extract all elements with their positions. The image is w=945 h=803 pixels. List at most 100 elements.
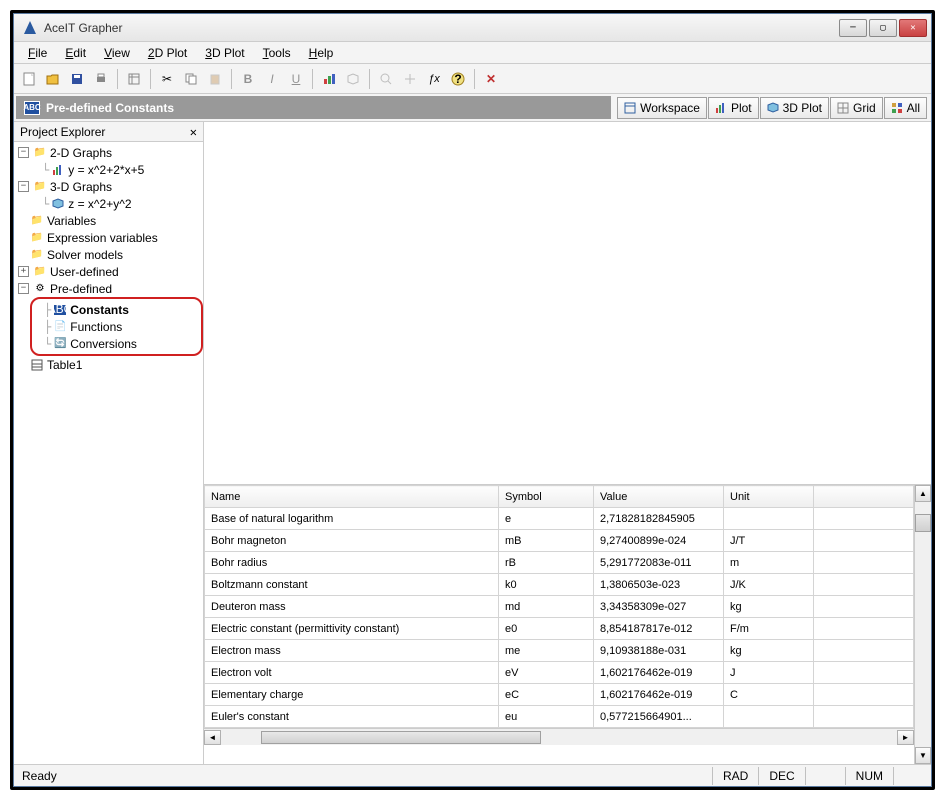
cell-symbol: eV (499, 662, 594, 684)
cell-unit: F/m (724, 618, 814, 640)
properties-icon[interactable] (123, 68, 145, 90)
menu-tools[interactable]: Tools (255, 44, 299, 62)
menu-view[interactable]: View (96, 44, 138, 62)
cell-value: 1,3806503e-023 (594, 574, 724, 596)
scroll-right-icon[interactable]: ► (897, 730, 914, 745)
constants-grid: Name Symbol Value Unit Base of natural l… (204, 485, 914, 764)
cell-symbol: md (499, 596, 594, 618)
col-extra[interactable] (814, 486, 914, 508)
toolbar: ✂ B I U ƒx ? ✕ (14, 64, 931, 94)
minimize-button[interactable]: ─ (839, 19, 867, 37)
window-title: AceIT Grapher (44, 21, 839, 35)
col-value[interactable]: Value (594, 486, 724, 508)
menu-2dplot[interactable]: 2D Plot (140, 44, 195, 62)
table-row[interactable]: Electric constant (permittivity constant… (205, 618, 914, 640)
folder-icon: 📁 (33, 146, 47, 160)
print-icon[interactable] (90, 68, 112, 90)
underline-icon[interactable]: U (285, 68, 307, 90)
tree-conversions[interactable]: └🔄Conversions (32, 335, 197, 352)
tree-constants[interactable]: ├ABCConstants (32, 301, 197, 318)
cell-unit: kg (724, 596, 814, 618)
table-row[interactable]: Base of natural logarithme2,718281828459… (205, 508, 914, 530)
table-row[interactable]: Euler's constanteu0,577215664901... (205, 706, 914, 728)
v-scrollbar[interactable]: ▲ ▼ (914, 485, 931, 764)
folder-icon: 📁 (30, 231, 44, 245)
cell-value: 1,602176462e-019 (594, 684, 724, 706)
cell-unit: kg (724, 640, 814, 662)
cell-extra (814, 706, 914, 728)
cell-value: 8,854187817e-012 (594, 618, 724, 640)
scroll-down-icon[interactable]: ▼ (915, 747, 931, 764)
table-row[interactable]: Electron volteV1,602176462e-019J (205, 662, 914, 684)
save-icon[interactable] (66, 68, 88, 90)
view-all[interactable]: All (884, 97, 927, 119)
maximize-button[interactable]: ▢ (869, 19, 897, 37)
cell-unit: C (724, 684, 814, 706)
copy-icon[interactable] (180, 68, 202, 90)
table-row[interactable]: Deuteron massmd3,34358309e-027kg (205, 596, 914, 618)
tree-solver[interactable]: 📁Solver models (14, 246, 203, 263)
italic-icon[interactable]: I (261, 68, 283, 90)
menu-3dplot[interactable]: 3D Plot (197, 44, 252, 62)
h-scroll-thumb[interactable] (261, 731, 541, 744)
tree-2d-item[interactable]: └y = x^2+2*x+5 (14, 161, 203, 178)
scroll-up-icon[interactable]: ▲ (915, 485, 931, 502)
view-buttons: Workspace Plot 3D Plot Grid All (613, 94, 931, 121)
tree-variables[interactable]: 📁Variables (14, 212, 203, 229)
close-button[interactable]: ✕ (899, 19, 927, 37)
bold-icon[interactable]: B (237, 68, 259, 90)
fx-icon[interactable]: ƒx (423, 68, 445, 90)
table-row[interactable]: Bohr magnetonmB9,27400899e-024J/T (205, 530, 914, 552)
tree-predef[interactable]: −⚙Pre-defined (14, 280, 203, 297)
h-scrollbar[interactable]: ◄ ► (204, 728, 914, 745)
table-row[interactable]: Electron massme9,10938188e-031kg (205, 640, 914, 662)
titlebar: AceIT Grapher ─ ▢ ✕ (14, 14, 931, 42)
tree-userdef[interactable]: +📁User-defined (14, 263, 203, 280)
paste-icon[interactable] (204, 68, 226, 90)
new-icon[interactable] (18, 68, 40, 90)
tree-2d-graphs[interactable]: −📁2-D Graphs (14, 144, 203, 161)
status-num: NUM (845, 767, 893, 785)
tree-functions[interactable]: ├📄Functions (32, 318, 197, 335)
status-rad: RAD (712, 767, 758, 785)
table-row[interactable]: Elementary chargeeC1,602176462e-019C (205, 684, 914, 706)
menu-help[interactable]: Help (301, 44, 342, 62)
cell-unit (724, 706, 814, 728)
tree-table1[interactable]: Table1 (14, 356, 203, 373)
tree-3d-item[interactable]: └z = x^2+y^2 (14, 195, 203, 212)
folder-icon: 📁 (33, 180, 47, 194)
zoom-icon[interactable] (375, 68, 397, 90)
cell-value: 0,577215664901... (594, 706, 724, 728)
table-row[interactable]: Boltzmann constantk01,3806503e-023J/K (205, 574, 914, 596)
col-unit[interactable]: Unit (724, 486, 814, 508)
col-name[interactable]: Name (205, 486, 499, 508)
menu-edit[interactable]: Edit (57, 44, 94, 62)
view-plot[interactable]: Plot (708, 97, 759, 119)
chart-icon[interactable] (318, 68, 340, 90)
open-icon[interactable] (42, 68, 64, 90)
folder-icon: 📁 (30, 248, 44, 262)
v-scroll-thumb[interactable] (915, 514, 931, 532)
sidebar-close-icon[interactable]: ✕ (190, 125, 197, 139)
screenshot-frame: AceIT Grapher ─ ▢ ✕ File Edit View 2D Pl… (10, 10, 935, 790)
delete-icon[interactable]: ✕ (480, 68, 502, 90)
cell-symbol: me (499, 640, 594, 662)
help-icon[interactable]: ? (447, 68, 469, 90)
menu-file[interactable]: File (20, 44, 55, 62)
view-workspace[interactable]: Workspace (617, 97, 707, 119)
chart2d-icon (51, 163, 65, 177)
col-symbol[interactable]: Symbol (499, 486, 594, 508)
chart3d-icon[interactable] (342, 68, 364, 90)
cell-extra (814, 574, 914, 596)
cell-name: Elementary charge (205, 684, 499, 706)
pan-icon[interactable] (399, 68, 421, 90)
tree-3d-graphs[interactable]: −📁3-D Graphs (14, 178, 203, 195)
view-grid[interactable]: Grid (830, 97, 883, 119)
view-3dplot[interactable]: 3D Plot (760, 97, 829, 119)
cell-value: 2,71828182845905 (594, 508, 724, 530)
cut-icon[interactable]: ✂ (156, 68, 178, 90)
cell-extra (814, 684, 914, 706)
tree-exprvars[interactable]: 📁Expression variables (14, 229, 203, 246)
scroll-left-icon[interactable]: ◄ (204, 730, 221, 745)
table-row[interactable]: Bohr radiusrB5,291772083e-011m (205, 552, 914, 574)
